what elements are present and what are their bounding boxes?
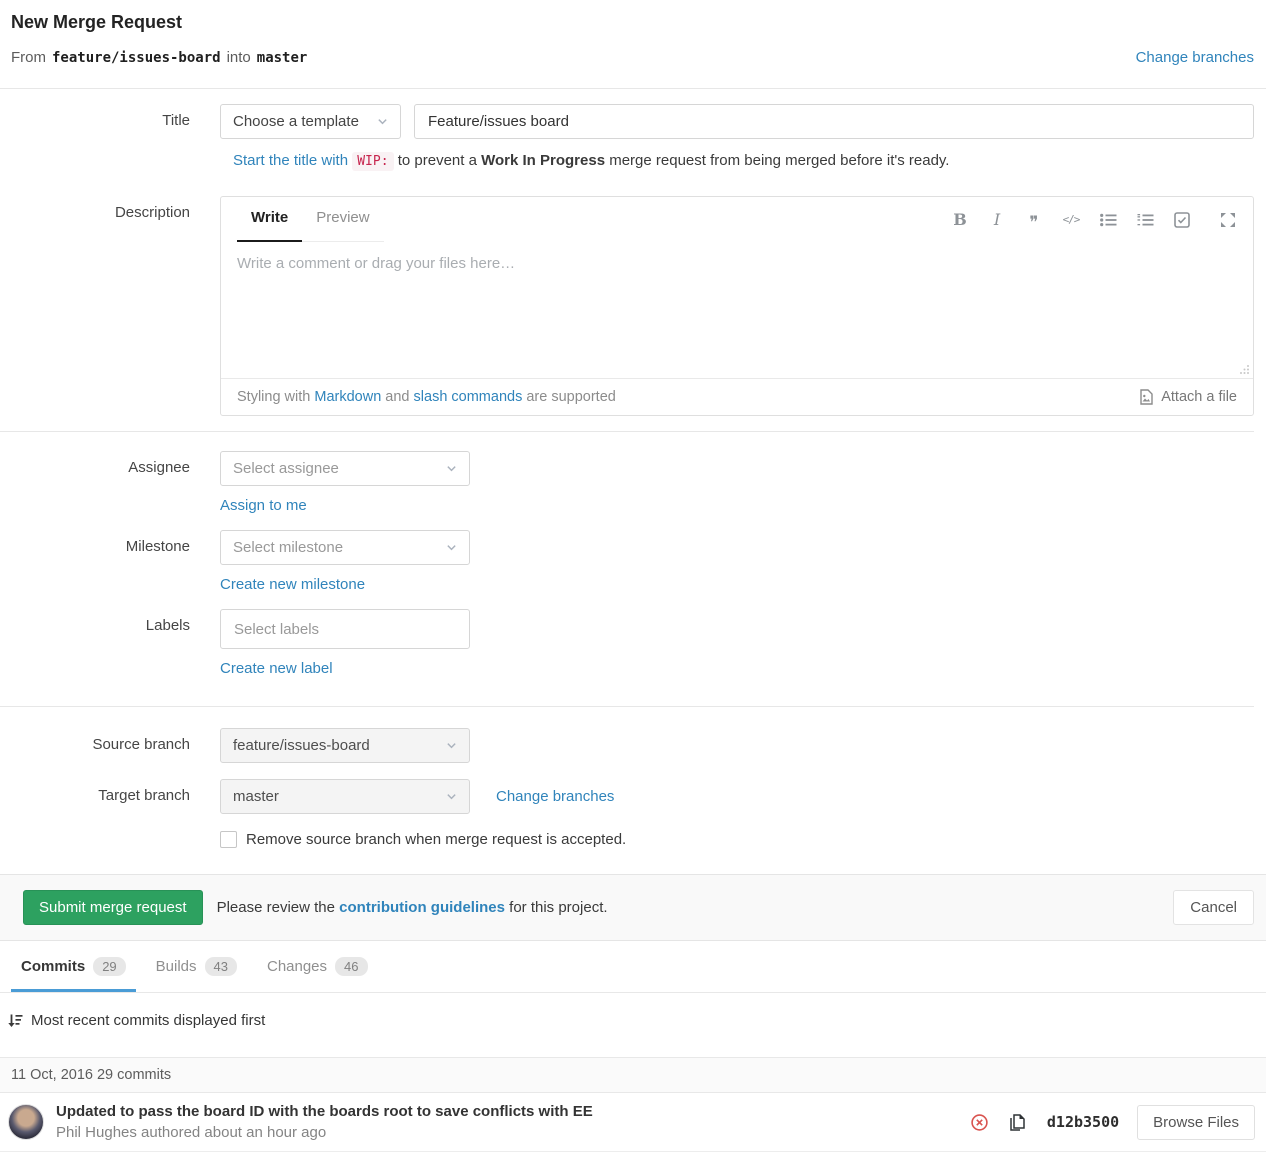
source-branch-label: Source branch (0, 728, 190, 753)
change-branches-link-top[interactable]: Change branches (1136, 49, 1254, 66)
header-divider (0, 88, 1266, 89)
review-note: Please review the contribution guideline… (217, 899, 608, 916)
preview-tab[interactable]: Preview (302, 197, 383, 241)
chevron-down-icon (446, 791, 457, 802)
description-row: Description Write Preview B I ❞ </> (0, 196, 1254, 416)
create-new-label-link[interactable]: Create new label (220, 660, 333, 677)
wip-hint-link[interactable]: Start the title with (233, 152, 348, 169)
target-branch-row: Target branch master Change branches Rem… (0, 779, 1254, 848)
target-branch-name: master (257, 50, 308, 66)
labels-input[interactable]: Select labels (220, 609, 470, 649)
create-new-milestone-link[interactable]: Create new milestone (220, 576, 365, 593)
fullscreen-icon[interactable] (1219, 210, 1237, 230)
submit-merge-request-button[interactable]: Submit merge request (23, 890, 203, 925)
merge-request-tabs: Commits 29 Builds 43 Changes 46 (0, 941, 1266, 993)
assignee-label: Assignee (0, 451, 190, 476)
bullet-list-icon[interactable] (1099, 210, 1117, 230)
milestone-label: Milestone (0, 530, 190, 555)
markdown-footer: Styling with Markdown and slash commands… (221, 378, 1253, 415)
quote-icon[interactable]: ❞ (1025, 210, 1043, 230)
description-placeholder: Write a comment or drag your files here… (237, 255, 515, 272)
cancel-button[interactable]: Cancel (1173, 890, 1254, 925)
title-input[interactable] (414, 104, 1254, 139)
commits-date-header: 11 Oct, 2016 29 commits (0, 1057, 1266, 1093)
section-divider-1 (0, 431, 1254, 432)
commit-sha[interactable]: d12b3500 (1047, 1113, 1119, 1131)
commit-meta: Phil Hughes authored about an hour ago (56, 1124, 593, 1141)
description-label: Description (0, 196, 190, 221)
source-branch-row: Source branch feature/issues-board (0, 728, 1254, 763)
copy-sha-icon[interactable] (1010, 1114, 1025, 1131)
commit-title[interactable]: Updated to pass the board ID with the bo… (56, 1103, 593, 1120)
attach-file-icon (1138, 389, 1154, 405)
code-icon[interactable]: </> (1062, 210, 1080, 230)
markdown-toolbar: B I ❞ </> (932, 197, 1253, 242)
commit-row: Updated to pass the board ID with the bo… (0, 1093, 1266, 1152)
contribution-guidelines-link[interactable]: contribution guidelines (339, 899, 505, 916)
chevron-down-icon (377, 116, 388, 127)
wip-code: WIP: (352, 152, 393, 171)
numbered-list-icon[interactable] (1136, 210, 1154, 230)
markdown-link[interactable]: Markdown (314, 389, 381, 405)
avatar[interactable] (8, 1104, 44, 1140)
labels-row: Labels Select labels Create new label (0, 609, 1254, 677)
target-branch-label: Target branch (0, 779, 190, 804)
form-actions: Submit merge request Please review the c… (0, 874, 1266, 941)
commits-count-badge: 29 (93, 957, 125, 976)
change-branches-link-bottom[interactable]: Change branches (496, 788, 614, 805)
page-title: New Merge Request (11, 12, 1254, 33)
into-label: into (227, 49, 251, 66)
merge-request-form: Title Choose a template Start the title … (0, 104, 1266, 848)
ci-status-failed-icon[interactable] (971, 1114, 988, 1131)
tab-commits[interactable]: Commits 29 (11, 941, 136, 992)
source-branch-dropdown[interactable]: feature/issues-board (220, 728, 470, 763)
browse-files-button[interactable]: Browse Files (1137, 1105, 1255, 1140)
assignee-row: Assignee Select assignee Assign to me (0, 451, 1254, 514)
chevron-down-icon (446, 463, 457, 474)
title-label: Title (0, 104, 190, 129)
milestone-row: Milestone Select milestone Create new mi… (0, 530, 1254, 593)
chevron-down-icon (446, 542, 457, 553)
milestone-dropdown[interactable]: Select milestone (220, 530, 470, 565)
tab-changes[interactable]: Changes 46 (257, 941, 378, 992)
remove-source-branch-label: Remove source branch when merge request … (246, 831, 626, 848)
remove-source-branch-checkbox[interactable] (220, 831, 237, 848)
commits-sort-note: Most recent commits displayed first (0, 993, 1266, 1044)
attach-file-button[interactable]: Attach a file (1138, 389, 1237, 405)
title-row: Title Choose a template Start the title … (0, 104, 1254, 169)
target-branch-dropdown[interactable]: master (220, 779, 470, 814)
markdown-editor: Write Preview B I ❞ </> (220, 196, 1254, 416)
assignee-dropdown[interactable]: Select assignee (220, 451, 470, 486)
page-header: New Merge Request From feature/issues-bo… (0, 0, 1266, 66)
section-divider-2 (0, 706, 1254, 707)
italic-icon[interactable]: I (988, 210, 1006, 230)
tab-builds[interactable]: Builds 43 (146, 941, 247, 992)
slash-commands-link[interactable]: slash commands (414, 389, 523, 405)
bold-icon[interactable]: B (951, 210, 969, 230)
description-textarea[interactable]: Write a comment or drag your files here… (221, 242, 1253, 378)
wip-hint: Start the title with WIP: to prevent a W… (233, 152, 1254, 169)
builds-count-badge: 43 (205, 957, 237, 976)
task-list-icon[interactable] (1173, 210, 1191, 230)
source-branch-name: feature/issues-board (52, 50, 221, 66)
labels-label: Labels (0, 609, 190, 634)
sort-descending-icon (8, 1013, 23, 1029)
remove-source-branch-row: Remove source branch when merge request … (220, 831, 1254, 848)
resize-grip[interactable] (1239, 364, 1250, 375)
assign-to-me-link[interactable]: Assign to me (220, 497, 307, 514)
chevron-down-icon (446, 740, 457, 751)
changes-count-badge: 46 (335, 957, 367, 976)
choose-template-dropdown[interactable]: Choose a template (220, 104, 401, 139)
write-tab[interactable]: Write (237, 197, 302, 242)
from-label: From (11, 49, 46, 66)
merge-request-from-line: From feature/issues-board into master Ch… (11, 49, 1254, 66)
